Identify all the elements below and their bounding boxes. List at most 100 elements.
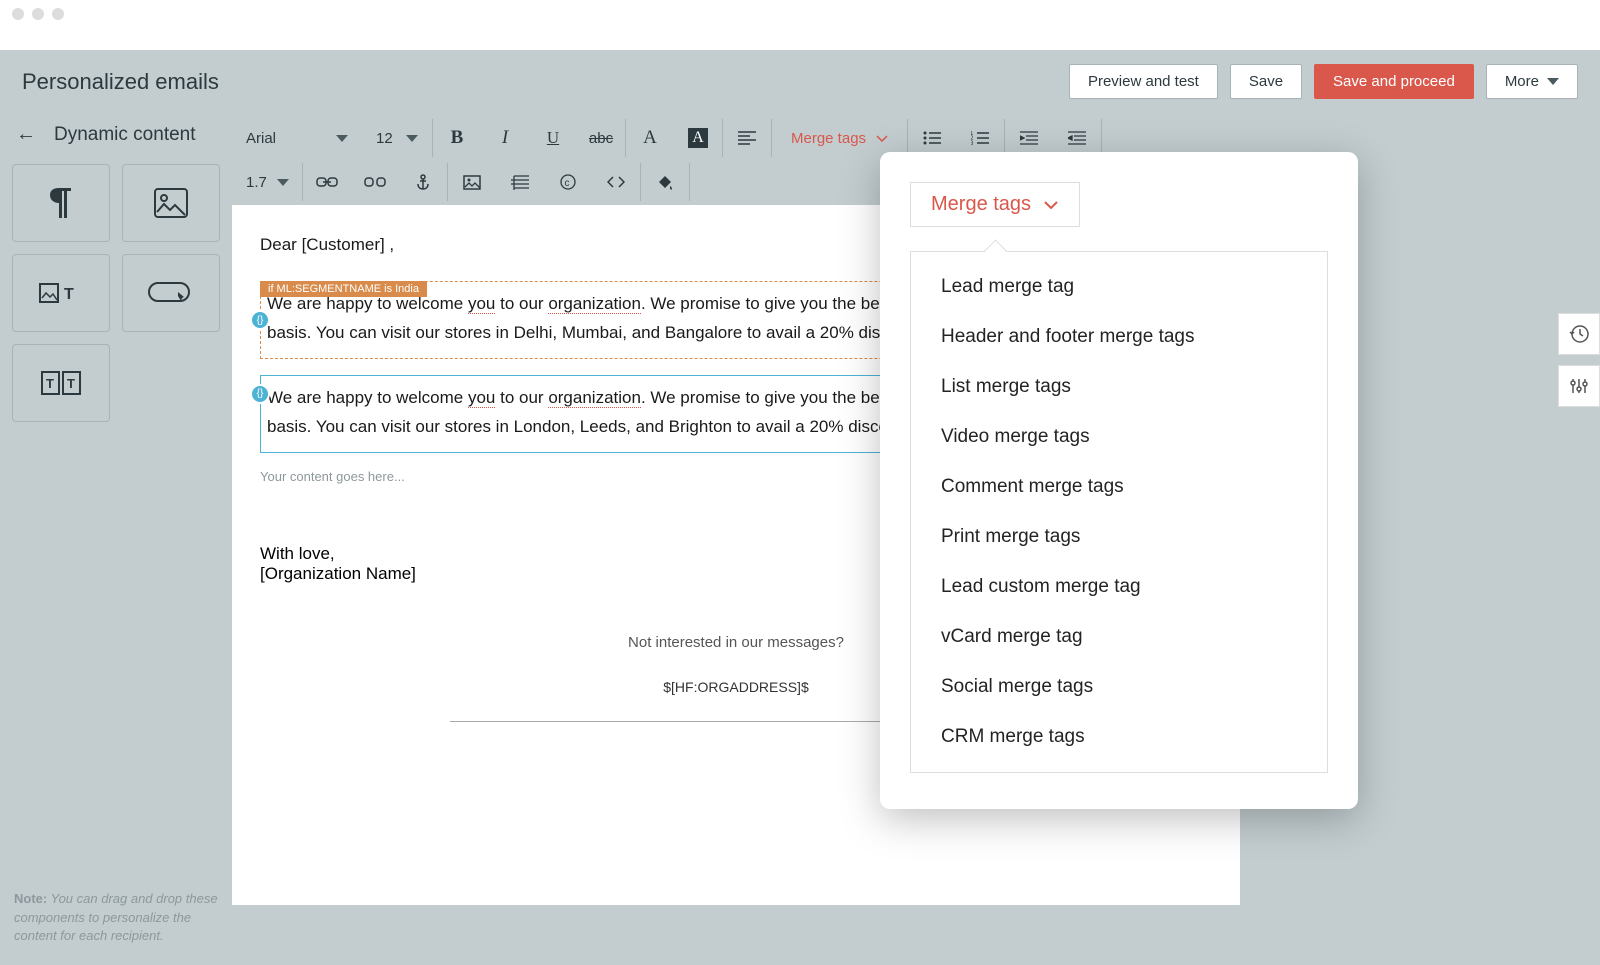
app-bar <box>0 28 1600 50</box>
indent-button[interactable] <box>1005 123 1053 153</box>
window-min-dot[interactable] <box>32 8 44 20</box>
svg-text:T: T <box>46 376 54 391</box>
component-button[interactable] <box>122 254 220 332</box>
paint-button[interactable] <box>641 167 689 197</box>
lineheight-value: 1.7 <box>246 174 267 191</box>
merge-tags-label: Merge tags <box>791 130 866 147</box>
indent-icon <box>1020 131 1038 145</box>
merge-tags-popup: Merge tags Lead merge tag Header and foo… <box>880 152 1358 809</box>
save-proceed-button[interactable]: Save and proceed <box>1314 64 1474 99</box>
segment-badge-icon[interactable]: {} <box>250 310 270 330</box>
code-button[interactable] <box>592 167 640 197</box>
merge-tags-dropdown-button[interactable]: Merge tags <box>910 182 1080 227</box>
copyright-icon: c <box>560 174 576 190</box>
link-icon <box>316 176 338 188</box>
more-label: More <box>1505 73 1539 90</box>
button-icon <box>148 280 194 306</box>
menu-item-header-footer[interactable]: Header and footer merge tags <box>911 312 1327 362</box>
paragraph-icon <box>47 186 75 220</box>
font-select[interactable]: Arial <box>232 123 362 153</box>
bold-button[interactable]: B <box>433 123 481 153</box>
menu-item-lead-custom[interactable]: Lead custom merge tag <box>911 562 1327 612</box>
merge-tags-button[interactable]: Merge tags <box>772 123 907 153</box>
segment-badge-icon[interactable]: {} <box>250 384 270 404</box>
sidebar-header: ← Dynamic content <box>12 113 220 164</box>
insert-table-button[interactable] <box>496 167 544 197</box>
anchor-button[interactable] <box>399 167 447 197</box>
header: Personalized emails Preview and test Sav… <box>0 50 1600 113</box>
window-max-dot[interactable] <box>52 8 64 20</box>
settings-button[interactable] <box>1558 365 1600 407</box>
underline-button[interactable]: U <box>529 123 577 153</box>
menu-item-vcard[interactable]: vCard merge tag <box>911 612 1327 662</box>
copyright-button[interactable]: c <box>544 167 592 197</box>
more-button[interactable]: More <box>1486 64 1578 99</box>
link-button[interactable] <box>303 167 351 197</box>
chevron-down-icon <box>406 135 418 142</box>
component-text-image[interactable]: T <box>12 254 110 332</box>
side-fabs <box>1558 313 1600 407</box>
component-columns[interactable]: TT <box>12 344 110 422</box>
save-button[interactable]: Save <box>1230 64 1302 99</box>
textcolor-button[interactable]: A <box>626 123 674 153</box>
history-button[interactable] <box>1558 313 1600 355</box>
menu-item-video[interactable]: Video merge tags <box>911 412 1327 462</box>
svg-text:3: 3 <box>971 141 974 145</box>
menu-item-list[interactable]: List merge tags <box>911 362 1327 412</box>
chevron-down-icon <box>876 135 888 142</box>
outdent-icon <box>1068 131 1086 145</box>
sidebar: ← Dynamic content T TT Note: You can dra… <box>0 113 232 965</box>
anchor-icon <box>416 174 430 190</box>
align-left-icon <box>738 131 756 145</box>
back-arrow-icon[interactable]: ← <box>16 123 36 146</box>
menu-item-lead[interactable]: Lead merge tag <box>911 262 1327 312</box>
unlink-button[interactable] <box>351 167 399 197</box>
ordered-list-button[interactable]: 123 <box>956 123 1004 153</box>
sidebar-title: Dynamic content <box>54 124 196 146</box>
history-icon <box>1569 324 1589 344</box>
image-icon <box>154 188 188 218</box>
merge-tags-dropdown-label: Merge tags <box>931 193 1031 216</box>
ol-icon: 123 <box>971 131 989 145</box>
ul-icon <box>923 131 941 145</box>
menu-item-print[interactable]: Print merge tags <box>911 512 1327 562</box>
chevron-down-icon <box>1547 78 1559 85</box>
fontsize-select[interactable]: 12 <box>362 123 432 153</box>
header-actions: Preview and test Save Save and proceed M… <box>1069 64 1578 99</box>
chevron-down-icon <box>1043 200 1059 210</box>
window-close-dot[interactable] <box>12 8 24 20</box>
insert-image-button[interactable] <box>448 167 496 197</box>
unlink-icon <box>364 176 386 188</box>
image-icon <box>463 175 481 190</box>
text-image-icon: T <box>39 281 83 305</box>
preview-button[interactable]: Preview and test <box>1069 64 1218 99</box>
page-title: Personalized emails <box>22 69 219 95</box>
menu-item-comment[interactable]: Comment merge tags <box>911 462 1327 512</box>
svg-text:T: T <box>64 286 74 303</box>
bgcolor-button[interactable]: A <box>674 123 722 153</box>
strikethrough-button[interactable]: abc <box>577 123 625 153</box>
lineheight-select[interactable]: 1.7 <box>232 167 302 197</box>
merge-tags-menu: Lead merge tag Header and footer merge t… <box>910 251 1328 773</box>
chevron-down-icon <box>277 179 289 186</box>
component-image[interactable] <box>122 164 220 242</box>
main: ← Dynamic content T TT Note: You can dra… <box>0 113 1600 965</box>
svg-text:T: T <box>67 376 75 391</box>
svg-text:c: c <box>565 178 570 189</box>
fontsize-value: 12 <box>376 130 393 147</box>
columns-icon: TT <box>41 371 81 395</box>
code-icon <box>607 176 625 188</box>
font-value: Arial <box>246 130 276 147</box>
chevron-down-icon <box>336 135 348 142</box>
unordered-list-button[interactable] <box>908 123 956 153</box>
align-button[interactable] <box>723 123 771 153</box>
menu-item-crm[interactable]: CRM merge tags <box>911 712 1327 762</box>
component-paragraph[interactable] <box>12 164 110 242</box>
menu-item-social[interactable]: Social merge tags <box>911 662 1327 712</box>
table-icon <box>511 175 529 190</box>
italic-button[interactable]: I <box>481 123 529 153</box>
window-chrome <box>0 0 1600 28</box>
paint-icon <box>657 174 673 190</box>
sidebar-note: Note: You can drag and drop these compon… <box>14 890 218 945</box>
outdent-button[interactable] <box>1053 123 1101 153</box>
